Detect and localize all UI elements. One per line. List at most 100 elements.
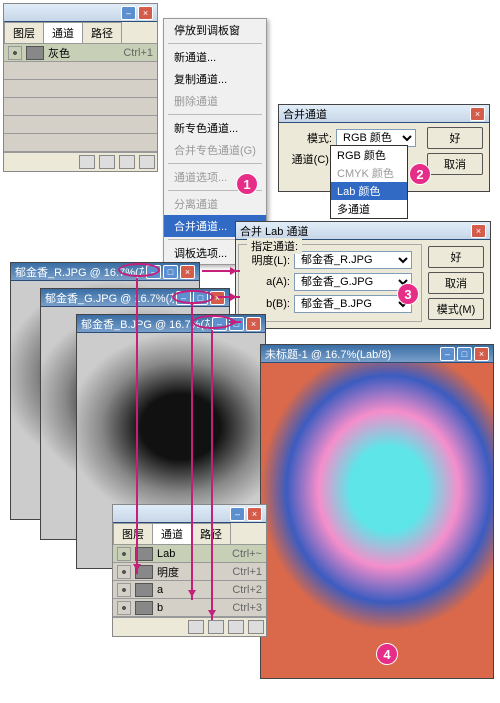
cancel-button[interactable]: 取消 <box>428 272 484 294</box>
channels-label: 通道(C): <box>287 151 332 167</box>
step-badge-3: 3 <box>397 283 419 305</box>
visibility-icon[interactable] <box>117 547 131 561</box>
delete-channel-icon[interactable] <box>248 620 264 634</box>
close-icon[interactable]: × <box>470 107 485 121</box>
close-icon[interactable]: × <box>246 317 261 331</box>
channel-thumb <box>135 583 153 597</box>
menu-new-channel[interactable]: 新通道... <box>164 46 266 68</box>
close-icon[interactable]: × <box>474 347 489 361</box>
menu-new-spot[interactable]: 新专色通道... <box>164 117 266 139</box>
channel-shortcut: Ctrl+1 <box>123 47 153 59</box>
image-window-result: 未标题-1 @ 16.7%(Lab/8)–□× <box>260 344 494 679</box>
tab-layers[interactable]: 图层 <box>4 22 44 43</box>
b-select[interactable]: 郁金香_B.JPG <box>294 295 412 313</box>
mode-button[interactable]: 模式(M) <box>428 298 484 320</box>
channel-row[interactable]: 灰色 Ctrl+1 <box>4 44 157 62</box>
new-channel-icon[interactable] <box>119 155 135 169</box>
arrow-icon <box>202 270 240 272</box>
minimize-icon[interactable]: – <box>121 6 136 20</box>
tab-paths[interactable]: 路径 <box>82 22 122 43</box>
step-badge-2: 2 <box>409 163 431 185</box>
a-select[interactable]: 郁金香_G.JPG <box>294 273 412 291</box>
highlight-circle <box>172 290 214 304</box>
channel-row-empty <box>4 98 157 116</box>
close-icon[interactable]: × <box>180 265 195 279</box>
merge-lab-dialog: 合并 Lab 通道 × 指定通道: 明度(L):郁金香_R.JPG a(A): 郁… <box>235 221 491 329</box>
tab-channels[interactable]: 通道 <box>43 22 83 43</box>
mode-option-rgb[interactable]: RGB 颜色 <box>331 146 407 164</box>
channel-list: 灰色 Ctrl+1 <box>4 44 157 152</box>
mode-option-multi[interactable]: 多通道 <box>331 200 407 218</box>
step-badge-4: 4 <box>376 643 398 665</box>
arrow-icon <box>211 330 213 620</box>
ok-button[interactable]: 好 <box>428 246 484 268</box>
maximize-icon[interactable]: □ <box>163 265 178 279</box>
channel-thumb <box>26 46 44 60</box>
highlight-circle <box>192 315 234 329</box>
minimize-icon[interactable]: – <box>230 507 245 521</box>
image-title: 未标题-1 @ 16.7%(Lab/8) <box>265 346 438 362</box>
dialog-title: 合并通道 <box>283 106 468 122</box>
load-selection-icon[interactable] <box>79 155 95 169</box>
mode-option-cmyk: CMYK 颜色 <box>331 164 407 182</box>
arrow-icon <box>136 278 138 574</box>
visibility-icon[interactable] <box>117 565 131 579</box>
channel-label: b <box>157 602 232 614</box>
l-label: 明度(L): <box>245 252 290 268</box>
menu-merge-spot: 合并专色通道(G) <box>164 139 266 161</box>
save-selection-icon[interactable] <box>208 620 224 634</box>
panel-footer <box>4 152 157 171</box>
menu-split-channels: 分离通道 <box>164 193 266 215</box>
close-icon[interactable]: × <box>471 224 486 238</box>
maximize-icon[interactable]: □ <box>457 347 472 361</box>
panel-titlebar: – × <box>4 4 157 22</box>
channel-shortcut: Ctrl+3 <box>232 602 262 614</box>
visibility-icon[interactable] <box>8 46 22 60</box>
channel-row-empty <box>4 116 157 134</box>
channel-row-b[interactable]: bCtrl+3 <box>113 599 266 617</box>
channel-label: 明度 <box>157 564 232 580</box>
load-selection-icon[interactable] <box>188 620 204 634</box>
visibility-icon[interactable] <box>117 583 131 597</box>
a-label: a(A): <box>245 276 290 288</box>
channel-row-empty <box>4 134 157 152</box>
panel-tabs: 图层 通道 路径 <box>4 22 157 44</box>
arrow-icon <box>229 321 241 323</box>
visibility-icon[interactable] <box>117 601 131 615</box>
b-label: b(B): <box>245 298 290 310</box>
menu-dup-channel[interactable]: 复制通道... <box>164 68 266 90</box>
image-titlebar[interactable]: 郁金香_R.JPG @ 16.7%(灰色/8)–□× <box>11 263 199 281</box>
tab-layers[interactable]: 图层 <box>113 523 153 544</box>
ok-button[interactable]: 好 <box>427 127 483 149</box>
menu-dock[interactable]: 停放到调板窗 <box>164 19 266 41</box>
save-selection-icon[interactable] <box>99 155 115 169</box>
arrow-icon <box>191 304 193 600</box>
dialog-titlebar[interactable]: 合并通道 × <box>279 105 489 123</box>
channel-row-empty <box>4 62 157 80</box>
image-titlebar[interactable]: 未标题-1 @ 16.7%(Lab/8)–□× <box>261 345 493 363</box>
l-select[interactable]: 郁金香_R.JPG <box>294 251 412 269</box>
tab-channels[interactable]: 通道 <box>152 523 192 544</box>
channel-thumb <box>135 601 153 615</box>
highlight-circle <box>118 263 160 277</box>
minimize-icon[interactable]: – <box>440 347 455 361</box>
image-title: 郁金香_G.JPG @ 16.7%(灰色/8) <box>45 290 174 306</box>
cancel-button[interactable]: 取消 <box>427 153 483 175</box>
arrow-icon <box>218 296 240 298</box>
menu-del-channel: 删除通道 <box>164 90 266 112</box>
step-badge-1: 1 <box>236 173 258 195</box>
close-icon[interactable]: × <box>138 6 153 20</box>
channels-panel: – × 图层 通道 路径 灰色 Ctrl+1 <box>3 3 158 172</box>
dialog-title: 合并 Lab 通道 <box>240 223 469 239</box>
group-title: 指定通道: <box>247 238 302 254</box>
channel-shortcut: Ctrl+~ <box>232 548 262 560</box>
mode-option-lab[interactable]: Lab 颜色 <box>331 182 407 200</box>
channel-row-empty <box>4 80 157 98</box>
channel-label: Lab <box>157 548 232 560</box>
mode-dropdown: RGB 颜色 CMYK 颜色 Lab 颜色 多通道 <box>330 145 408 219</box>
mode-label: 模式: <box>287 130 332 146</box>
close-icon[interactable]: × <box>247 507 262 521</box>
delete-channel-icon[interactable] <box>139 155 155 169</box>
channel-shortcut: Ctrl+1 <box>232 566 262 578</box>
new-channel-icon[interactable] <box>228 620 244 634</box>
